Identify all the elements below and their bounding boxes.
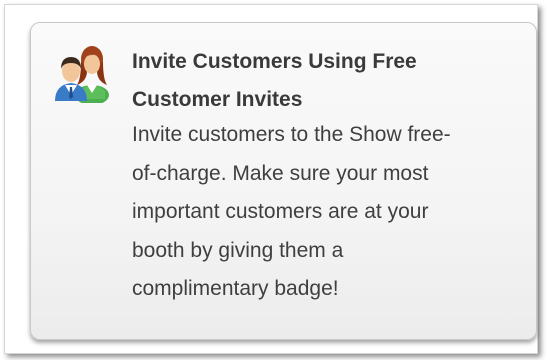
customers-icon [51,41,113,103]
card-description: Invite customers to the Show free- of-ch… [132,123,451,300]
card-title: Invite Customers Using Free Customer Inv… [132,50,417,111]
invite-customers-card[interactable]: Invite Customers Using Free Customer Inv… [30,22,537,340]
